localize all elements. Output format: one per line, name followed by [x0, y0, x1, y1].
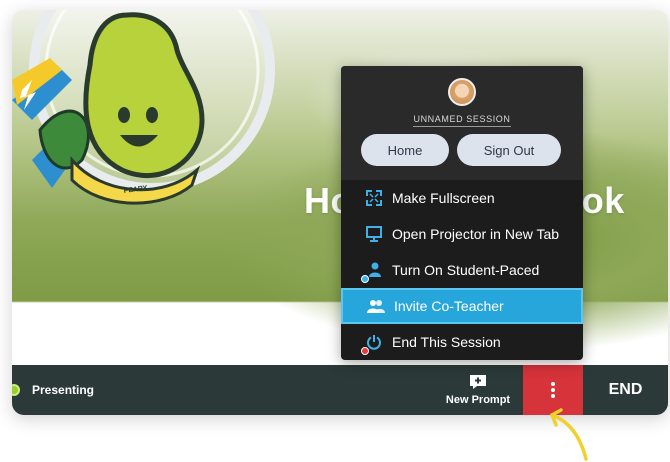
presenting-label: Presenting: [32, 383, 95, 397]
menu-item-make-fullscreen[interactable]: Make Fullscreen: [341, 180, 583, 216]
student-paced-icon: [361, 260, 384, 283]
pointer-arrow-icon: [550, 408, 588, 461]
vertical-dots-icon: [551, 382, 555, 398]
menu-item-invite-co-teacher[interactable]: Invite Co-Teacher: [341, 288, 583, 324]
home-button[interactable]: Home: [361, 134, 449, 166]
menu-item-label: End This Session: [392, 334, 501, 350]
new-prompt-label: New Prompt: [445, 394, 511, 406]
new-prompt-button[interactable]: New Prompt: [438, 365, 518, 415]
menu-header: UNNAMED SESSION Home Sign Out: [341, 66, 583, 180]
avatar: [448, 78, 476, 106]
menu-item-end-session[interactable]: End This Session: [341, 324, 583, 360]
menu-item-label: Open Projector in New Tab: [392, 226, 560, 242]
status-dot-icon: [12, 384, 20, 396]
menu-item-label: Make Fullscreen: [392, 190, 495, 206]
menu-item-label: Turn On Student-Paced: [392, 262, 540, 278]
fullscreen-icon: [364, 188, 384, 208]
menu-item-open-projector[interactable]: Open Projector in New Tab: [341, 216, 583, 252]
power-icon: [361, 332, 384, 355]
sign-out-button[interactable]: Sign Out: [457, 134, 561, 166]
session-menu: UNNAMED SESSION Home Sign Out Make Fulls…: [341, 66, 583, 360]
co-teacher-icon: [366, 296, 386, 316]
session-name[interactable]: UNNAMED SESSION: [413, 114, 511, 127]
peary-mascot-illustration: PEARY: [12, 10, 275, 205]
menu-item-label: Invite Co-Teacher: [394, 298, 504, 314]
status-dot-icon: [361, 275, 369, 283]
menu-item-student-paced[interactable]: Turn On Student-Paced: [341, 252, 583, 288]
presenting-status: Presenting: [12, 365, 94, 415]
new-prompt-icon: [470, 375, 486, 389]
projector-icon: [364, 224, 384, 244]
alert-dot-icon: [361, 347, 369, 355]
